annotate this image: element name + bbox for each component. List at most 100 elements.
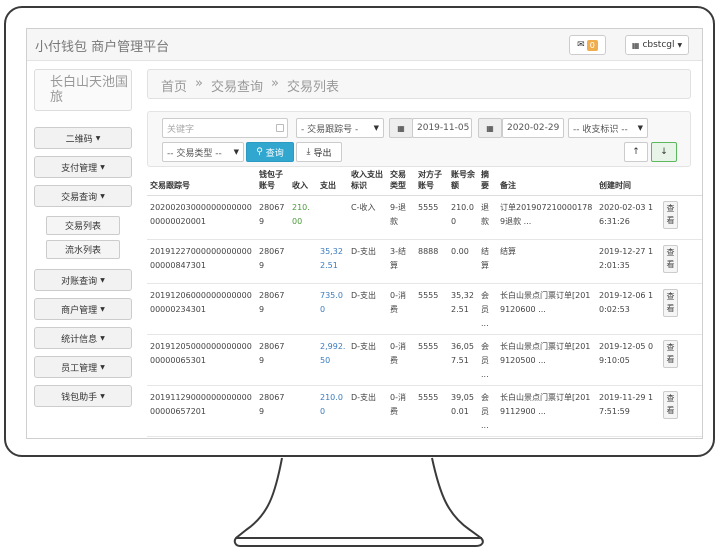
sidebar-item-wallet-helper[interactable]: 钱包助手 ▼ bbox=[34, 385, 132, 407]
view-button[interactable]: 查看 bbox=[663, 340, 678, 368]
cell-remark: 结算 bbox=[497, 239, 596, 284]
sidebar-item-label: 对账查询 bbox=[61, 276, 98, 287]
sidebar-item-merchant[interactable]: 商户管理 ▼ bbox=[34, 298, 132, 320]
breadcrumb-home[interactable]: 首页 bbox=[161, 76, 187, 98]
income-expense-flag-select[interactable]: -- 收支标识 -- ▼ bbox=[568, 118, 648, 138]
calendar-icon: ▦ bbox=[478, 118, 502, 138]
caret-down-icon: ▼ bbox=[233, 148, 239, 156]
breadcrumb-transaction-query[interactable]: 交易查询 bbox=[211, 76, 263, 98]
sidebar: 长白山天池国旅 二维码 ▼ 支付管理 ▼ 交易查询 ▼ 交易列表 流水列表 对账查询 ▼… bbox=[34, 69, 134, 407]
breadcrumb-transaction-list: 交易列表 bbox=[286, 80, 339, 95]
caret-down-icon: ▼ bbox=[100, 276, 105, 284]
cell-type: 0-消费 bbox=[387, 334, 415, 386]
sidebar-item-payment[interactable]: 支付管理 ▼ bbox=[34, 156, 132, 178]
column-header[interactable]: 备注 bbox=[497, 167, 596, 196]
table-row: 20200203000000000000 00000020001 28067 92… bbox=[147, 195, 702, 240]
cell-action: 查看 bbox=[660, 334, 702, 386]
messages-button[interactable]: ✉ 0 bbox=[569, 35, 606, 55]
export-button-label: 导出 bbox=[313, 148, 332, 159]
cell-track-number: 20191129000000000000 00000657201 bbox=[147, 385, 256, 437]
cell-sub-account: 28067 9 bbox=[256, 334, 289, 386]
cell-summary: 会员 ... bbox=[478, 436, 497, 438]
cell-income bbox=[289, 385, 317, 437]
breadcrumb-separator: » bbox=[271, 76, 279, 91]
sidebar-subitem-transaction-list[interactable]: 交易列表 bbox=[46, 216, 120, 235]
cell-expense: 2,992. 50 bbox=[317, 334, 348, 386]
cell-remark: 长白山景点门票订单[2019112900 ... bbox=[497, 385, 596, 437]
cell-type: 0-消费 bbox=[387, 385, 415, 437]
sidebar-item-reconciliation[interactable]: 对账查询 ▼ bbox=[34, 269, 132, 291]
view-button[interactable]: 查看 bbox=[663, 201, 678, 229]
column-header[interactable]: 收入支出标识 bbox=[348, 167, 387, 196]
view-button[interactable]: 查看 bbox=[663, 245, 678, 273]
cell-created-time: 2019-11-29 17:51:09 bbox=[596, 436, 660, 438]
cell-flag: D-支出 bbox=[348, 283, 387, 335]
cell-expense: 2,362. 50 bbox=[317, 436, 348, 438]
table-header-row: 交易跟踪号 钱包子账号 收入 支出 收入支出标识 交易类型 对方子账号 账号余额… bbox=[147, 167, 702, 196]
transaction-type-select[interactable]: -- 交易类型 -- ▼ bbox=[162, 142, 244, 162]
column-header[interactable]: 支出 bbox=[317, 167, 348, 196]
sidebar-item-label: 支付管理 bbox=[61, 163, 98, 174]
cell-peer-account: 5555 bbox=[415, 385, 448, 437]
column-header[interactable]: 收入 bbox=[289, 167, 317, 196]
sidebar-item-staff[interactable]: 员工管理 ▼ bbox=[34, 356, 132, 378]
search-button[interactable]: ⚲ 查询 bbox=[246, 142, 294, 162]
user-menu-button[interactable]: ▦ cbstcgl ▼ bbox=[625, 35, 689, 55]
column-header[interactable]: 交易类型 bbox=[387, 167, 415, 196]
cell-sub-account: 28067 9 bbox=[256, 385, 289, 437]
sort-ascending-button[interactable]: ↑ bbox=[624, 142, 648, 162]
cell-created-time: 2019-12-06 10:02:53 bbox=[596, 283, 660, 335]
breadcrumb-separator: » bbox=[195, 76, 203, 91]
cell-balance: 0.00 bbox=[448, 239, 478, 284]
cell-summary: 会员 ... bbox=[478, 334, 497, 386]
sidebar-item-label: 二维码 bbox=[65, 134, 93, 145]
column-header[interactable]: 钱包子账号 bbox=[256, 167, 289, 196]
cell-flag: D-支出 bbox=[348, 385, 387, 437]
sidebar-item-qrcode[interactable]: 二维码 ▼ bbox=[34, 127, 132, 149]
cell-flag: D-支出 bbox=[348, 239, 387, 284]
cell-flag: D-支出 bbox=[348, 436, 387, 438]
sort-descending-button[interactable]: ↓ bbox=[651, 142, 677, 162]
view-button[interactable]: 查看 bbox=[663, 391, 678, 419]
username: cbstcgl bbox=[642, 40, 675, 50]
sidebar-item-transactions[interactable]: 交易查询 ▼ bbox=[34, 185, 132, 207]
sidebar-subitem-flow-list[interactable]: 流水列表 bbox=[46, 240, 120, 259]
table-row: 20191129000000000000 00000657201 28067 9 2… bbox=[147, 385, 702, 437]
cell-created-time: 2020-02-03 16:31:26 bbox=[596, 195, 660, 240]
arrow-down-icon: ↓ bbox=[660, 147, 668, 157]
cell-expense: 35,32 2.51 bbox=[317, 239, 348, 284]
keyword-checkbox[interactable] bbox=[276, 124, 284, 132]
cell-summary: 结算 bbox=[478, 239, 497, 284]
cell-action: 查看 bbox=[660, 385, 702, 437]
cell-sub-account: 28067 9 bbox=[256, 239, 289, 284]
export-button[interactable]: ⤓ 导出 bbox=[296, 142, 342, 162]
column-header[interactable]: 交易跟踪号 bbox=[147, 167, 256, 196]
search-button-label: 查询 bbox=[265, 148, 284, 159]
cell-action: 查看 bbox=[660, 195, 702, 240]
sidebar-item-label: 统计信息 bbox=[61, 334, 98, 345]
cell-action: 查看 bbox=[660, 436, 702, 438]
view-button[interactable]: 查看 bbox=[663, 289, 678, 317]
cell-income: 210. 00 bbox=[289, 195, 317, 240]
caret-down-icon: ▼ bbox=[100, 334, 105, 342]
grid-icon: ▦ bbox=[631, 40, 640, 50]
sidebar-item-label: 商户管理 bbox=[61, 305, 98, 316]
sidebar-item-statistics[interactable]: 统计信息 ▼ bbox=[34, 327, 132, 349]
end-date-input[interactable]: 2020-02-29 bbox=[502, 118, 564, 138]
table-row: 20191205000000000000 00000065301 28067 9 2… bbox=[147, 334, 702, 386]
cell-sub-account: 28067 9 bbox=[256, 283, 289, 335]
sidebar-item-label: 交易查询 bbox=[61, 192, 98, 203]
column-header[interactable]: 摘要 bbox=[478, 167, 497, 196]
cell-expense: 735.0 0 bbox=[317, 283, 348, 335]
arrow-up-icon: ↑ bbox=[632, 147, 640, 157]
cell-peer-account: 8888 bbox=[415, 239, 448, 284]
select-value: -- 收支标识 -- bbox=[573, 124, 628, 135]
start-date-input[interactable]: 2019-11-05 bbox=[412, 118, 472, 138]
table-row: 20191206000000000000 00000234301 28067 9 7… bbox=[147, 283, 702, 335]
keyword-input[interactable]: 关键字 bbox=[162, 118, 288, 138]
track-number-select[interactable]: - 交易跟踪号 - ▼ bbox=[296, 118, 384, 138]
column-header[interactable]: 创建时间 bbox=[596, 167, 660, 196]
caret-down-icon: ▼ bbox=[677, 41, 683, 49]
column-header[interactable]: 账号余额 bbox=[448, 167, 478, 196]
column-header[interactable]: 对方子账号 bbox=[415, 167, 448, 196]
